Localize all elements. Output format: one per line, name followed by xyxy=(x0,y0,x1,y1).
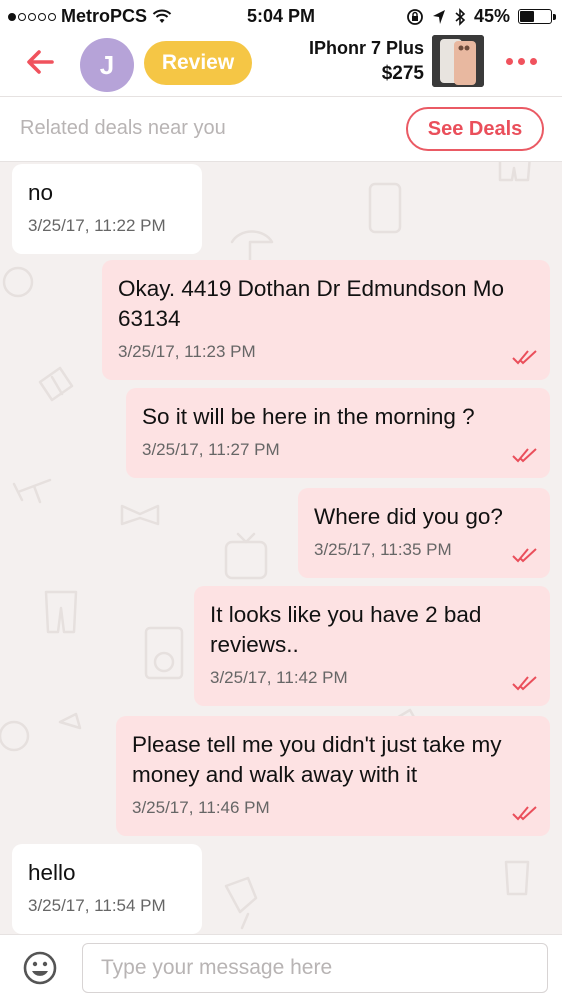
emoji-icon[interactable] xyxy=(22,950,58,986)
double-check-icon xyxy=(512,676,537,691)
message-text: Please tell me you didn't just take my m… xyxy=(132,732,502,787)
double-check-icon xyxy=(512,806,537,821)
message-text: hello xyxy=(28,860,76,885)
message-time: 3/25/17, 11:23 PM xyxy=(118,342,256,361)
message-time: 3/25/17, 11:42 PM xyxy=(210,668,348,687)
rotation-lock-icon xyxy=(407,8,423,25)
review-button[interactable]: Review xyxy=(144,41,252,85)
message-bubble-outgoing[interactable]: It looks like you have 2 bad reviews.. 3… xyxy=(194,586,550,706)
message-time: 3/25/17, 11:27 PM xyxy=(142,440,280,459)
battery-icon xyxy=(518,9,556,24)
message-text: no xyxy=(28,180,54,205)
related-deals-bar: Related deals near you See Deals xyxy=(0,96,562,162)
message-bubble-incoming[interactable]: hello 3/25/17, 11:54 PM xyxy=(12,844,202,934)
avatar[interactable]: J xyxy=(80,38,134,92)
battery-level xyxy=(520,11,534,22)
status-bar: MetroPCS 5:04 PM 45% xyxy=(0,0,562,32)
message-bubble-incoming[interactable]: no 3/25/17, 11:22 PM xyxy=(12,164,202,254)
message-time: 3/25/17, 11:54 PM xyxy=(28,896,166,915)
see-deals-button[interactable]: See Deals xyxy=(406,107,544,151)
status-right: 45% xyxy=(406,6,556,27)
phone-image-icon xyxy=(432,35,484,87)
chat-area[interactable]: no 3/25/17, 11:22 PM Okay. 4419 Dothan D… xyxy=(0,162,562,934)
message-bubble-outgoing[interactable]: Please tell me you didn't just take my m… xyxy=(116,716,550,836)
more-icon[interactable] xyxy=(506,58,537,65)
bluetooth-icon xyxy=(455,7,466,26)
message-text: Okay. 4419 Dothan Dr Edmundson Mo 63134 xyxy=(118,276,505,331)
battery-percent: 45% xyxy=(473,6,510,26)
item-info[interactable]: IPhonr 7 Plus $275 xyxy=(309,36,424,86)
item-thumbnail[interactable] xyxy=(432,35,484,87)
chat-header: J Review IPhonr 7 Plus $275 xyxy=(0,32,562,96)
message-text: It looks like you have 2 bad reviews.. xyxy=(210,602,482,657)
message-bubble-outgoing[interactable]: So it will be here in the morning ? 3/25… xyxy=(126,388,550,478)
item-price: $275 xyxy=(381,63,424,84)
message-bubble-outgoing[interactable]: Okay. 4419 Dothan Dr Edmundson Mo 63134 … xyxy=(102,260,550,380)
double-check-icon xyxy=(512,448,537,463)
location-icon xyxy=(432,9,445,24)
message-text: Where did you go? xyxy=(314,504,503,529)
message-bubble-outgoing[interactable]: Where did you go? 3/25/17, 11:35 PM xyxy=(298,488,550,578)
back-arrow-icon[interactable] xyxy=(22,44,58,80)
message-text: So it will be here in the morning ? xyxy=(142,404,475,429)
item-name: IPhonr 7 Plus xyxy=(308,38,424,58)
message-time: 3/25/17, 11:22 PM xyxy=(28,216,166,235)
message-time: 3/25/17, 11:46 PM xyxy=(132,798,270,817)
message-composer xyxy=(0,934,562,1000)
message-time: 3/25/17, 11:35 PM xyxy=(314,540,452,559)
double-check-icon xyxy=(512,548,537,563)
related-deals-text: Related deals near you xyxy=(20,117,226,139)
double-check-icon xyxy=(512,350,537,365)
message-input[interactable] xyxy=(82,943,548,993)
